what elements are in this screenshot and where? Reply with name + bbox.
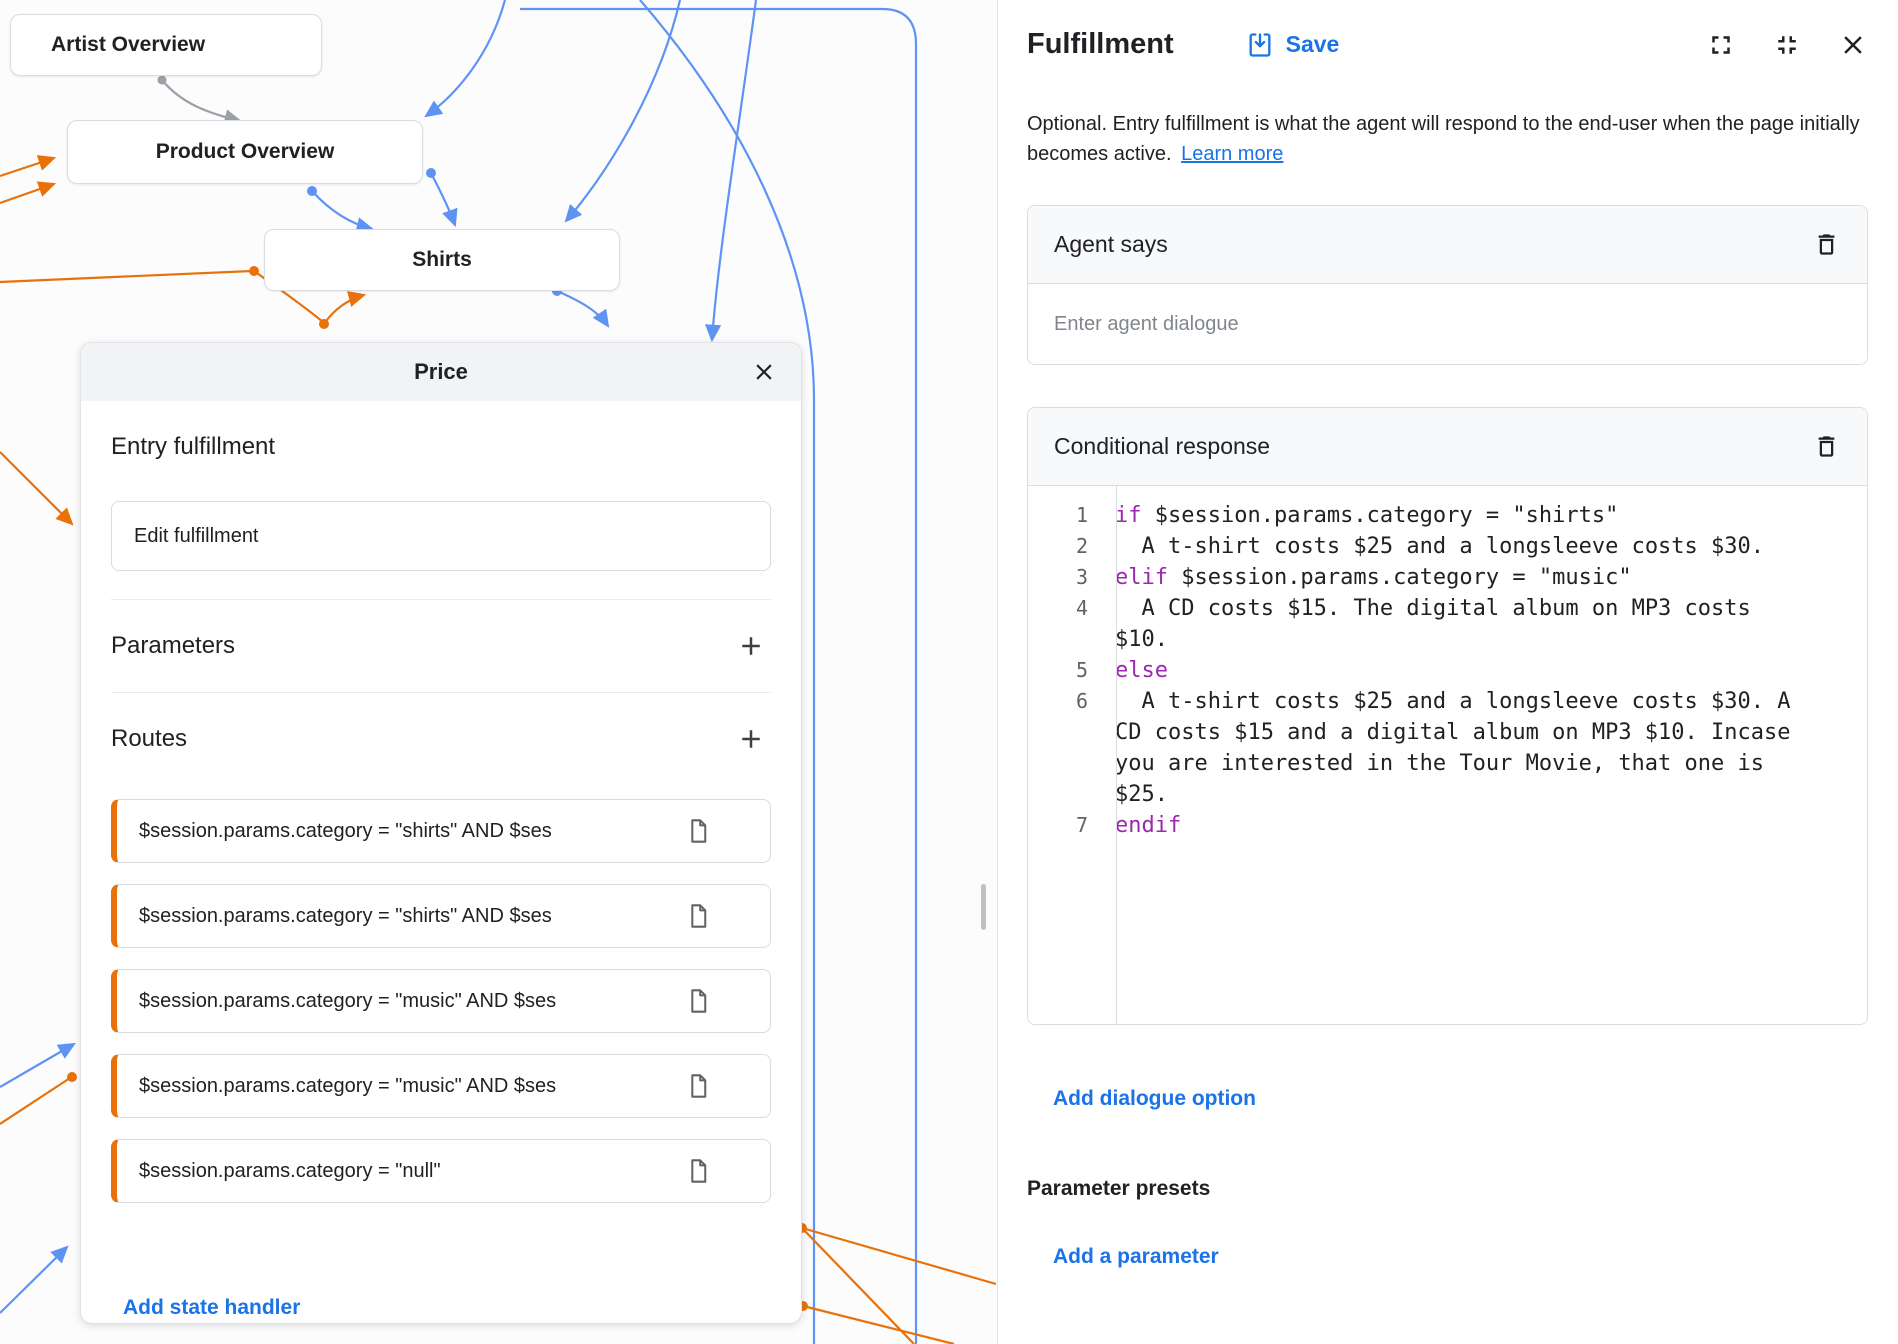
route-item[interactable]: $session.params.category = "music" AND $… (111, 1054, 771, 1118)
agent-dialogue-input[interactable] (1028, 284, 1867, 364)
flow-node-product-overview[interactable]: Product Overview (67, 120, 423, 184)
description-text: Optional. Entry fulfillment is what the … (1027, 113, 1860, 165)
add-parameter-icon[interactable] (731, 626, 771, 666)
route-condition: $session.params.category = "null" (117, 1160, 652, 1183)
price-panel-header: Price (81, 343, 801, 401)
routes-label: Routes (111, 725, 187, 753)
code-text: A t-shirt costs $25 and a longsleeve cos… (1115, 531, 1804, 562)
document-icon[interactable] (685, 903, 712, 930)
add-dialogue-option-button[interactable]: Add dialogue option (1053, 1087, 1256, 1111)
conditional-response-title: Conditional response (1054, 433, 1270, 460)
code-line: 5 else (1028, 655, 1867, 686)
fullscreen-icon[interactable] (1706, 30, 1736, 60)
condition-code-editor[interactable]: 1if $session.params.category = "shirts"2… (1028, 486, 1867, 1024)
route-condition: $session.params.category = "music" AND $… (117, 1075, 652, 1098)
code-text: elif $session.params.category = "music" (1115, 562, 1804, 593)
code-line: 7 endif (1028, 810, 1867, 841)
learn-more-link[interactable]: Learn more (1181, 143, 1283, 165)
agent-says-title: Agent says (1054, 231, 1168, 258)
document-icon[interactable] (685, 988, 712, 1015)
line-number: 1 (1028, 500, 1102, 531)
add-a-parameter-button[interactable]: Add a parameter (1053, 1245, 1219, 1269)
save-button[interactable]: Save (1240, 30, 1346, 60)
close-icon[interactable] (1838, 30, 1868, 60)
parameters-label: Parameters (111, 632, 235, 660)
add-state-handler-button[interactable]: Add state handler (123, 1296, 300, 1320)
flow-canvas[interactable]: Artist Overview Product Overview Shirts … (0, 0, 998, 1344)
edit-fulfillment-button[interactable]: Edit fulfillment (111, 501, 771, 571)
price-panel-title: Price (414, 359, 468, 385)
routes-list: $session.params.category = "shirts" AND … (111, 799, 771, 1203)
code-text: A t-shirt costs $25 and a longsleeve cos… (1115, 686, 1804, 810)
trash-icon[interactable] (1811, 230, 1841, 260)
close-icon[interactable] (747, 355, 781, 389)
line-number: 3 (1028, 562, 1102, 593)
line-number: 4 (1028, 593, 1102, 624)
code-line: 3 elif $session.params.category = "music" (1028, 562, 1867, 593)
fulfillment-panel: Fulfillment Save Optional. En (998, 0, 1898, 1344)
route-condition: $session.params.category = "shirts" AND … (117, 820, 652, 843)
price-node-panel: Price Entry fulfillment Edit fulfillment… (80, 342, 802, 1324)
page-title: Fulfillment (1027, 28, 1174, 61)
code-text: if $session.params.category = "shirts" (1115, 500, 1804, 531)
code-line: 4 A CD costs $15. The digital album on M… (1028, 593, 1867, 655)
panel-resize-handle[interactable] (981, 884, 986, 930)
line-number: 2 (1028, 531, 1102, 562)
fulfillment-panel-header: Fulfillment Save (1027, 28, 1868, 61)
code-text: endif (1115, 810, 1804, 841)
route-item[interactable]: $session.params.category = "music" AND $… (111, 969, 771, 1033)
entry-fulfillment-label: Entry fulfillment (111, 433, 771, 461)
document-icon[interactable] (685, 1158, 712, 1185)
code-line: 1 if $session.params.category = "shirts" (1028, 500, 1867, 531)
parameter-presets-heading: Parameter presets (1027, 1177, 1868, 1201)
route-item[interactable]: $session.params.category = "shirts" AND … (111, 884, 771, 948)
route-item[interactable]: $session.params.category = "shirts" AND … (111, 799, 771, 863)
line-number: 7 (1028, 810, 1102, 841)
trash-icon[interactable] (1811, 432, 1841, 462)
save-button-label: Save (1286, 31, 1340, 58)
flow-node-artist-overview[interactable]: Artist Overview (10, 14, 322, 76)
conditional-response-card: Conditional response 1 if $session.params… (1027, 407, 1868, 1025)
exit-fullscreen-icon[interactable] (1772, 30, 1802, 60)
document-icon[interactable] (685, 1073, 712, 1100)
save-icon (1246, 31, 1274, 59)
node-label: Artist Overview (51, 33, 205, 57)
route-condition: $session.params.category = "shirts" AND … (117, 905, 652, 928)
flow-node-shirts[interactable]: Shirts (264, 229, 620, 291)
code-line: 6 A t-shirt costs $25 and a longsleeve c… (1028, 686, 1867, 810)
node-label: Product Overview (156, 140, 335, 164)
panel-description: Optional. Entry fulfillment is what the … (1027, 109, 1868, 169)
node-label: Shirts (412, 248, 472, 272)
route-condition: $session.params.category = "music" AND $… (117, 990, 652, 1013)
code-line: 2 A t-shirt costs $25 and a longsleeve c… (1028, 531, 1867, 562)
code-text: else (1115, 655, 1804, 686)
line-number: 5 (1028, 655, 1102, 686)
route-item[interactable]: $session.params.category = "null" (111, 1139, 771, 1203)
code-text: A CD costs $15. The digital album on MP3… (1115, 593, 1804, 655)
gutter-divider (1116, 486, 1117, 1024)
agent-says-card: Agent says (1027, 205, 1868, 365)
line-number: 6 (1028, 686, 1102, 717)
add-route-icon[interactable] (731, 719, 771, 759)
document-icon[interactable] (685, 818, 712, 845)
